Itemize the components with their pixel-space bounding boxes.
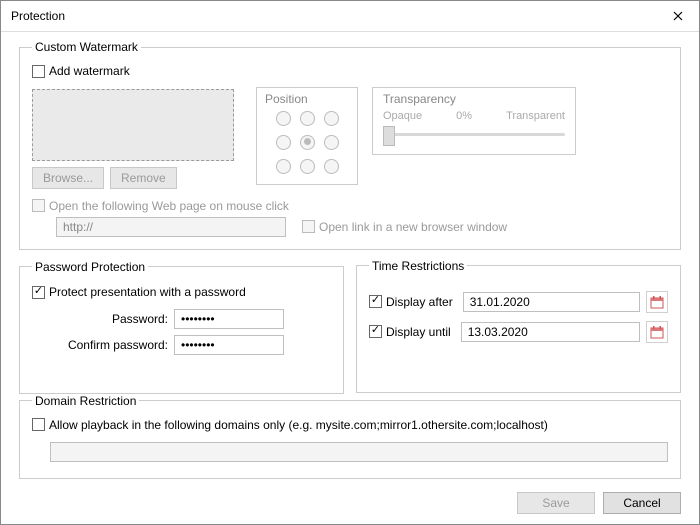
position-bottom-left[interactable] bbox=[276, 159, 291, 174]
domain-restriction-legend: Domain Restriction bbox=[32, 394, 139, 408]
checkbox-box bbox=[32, 199, 45, 212]
checkbox-box bbox=[32, 418, 45, 431]
position-group: Position bbox=[256, 87, 358, 185]
checkbox-box bbox=[369, 295, 382, 308]
time-restrictions-group: Time Restrictions Display after bbox=[356, 259, 681, 393]
open-web-on-click-checkbox[interactable]: Open the following Web page on mouse cli… bbox=[32, 199, 289, 213]
open-link-new-window-checkbox[interactable]: Open link in a new browser window bbox=[302, 220, 507, 234]
cancel-button[interactable]: Cancel bbox=[603, 492, 681, 514]
transparency-group: Transparency Opaque 0% Transparent bbox=[372, 87, 576, 155]
domains-input[interactable] bbox=[50, 442, 668, 462]
position-bottom-center[interactable] bbox=[300, 159, 315, 174]
window-title: Protection bbox=[11, 9, 65, 23]
confirm-password-label: Confirm password: bbox=[50, 338, 174, 352]
calendar-icon bbox=[650, 325, 664, 339]
add-watermark-checkbox[interactable]: Add watermark bbox=[32, 64, 130, 78]
transparency-transparent-label: Transparent bbox=[506, 110, 565, 122]
confirm-password-input[interactable] bbox=[174, 335, 284, 355]
display-until-checkbox[interactable]: Display until bbox=[369, 325, 451, 339]
position-middle-left[interactable] bbox=[276, 135, 291, 150]
display-until-calendar-button[interactable] bbox=[646, 321, 668, 343]
custom-watermark-group: Custom Watermark Add watermark Browse...… bbox=[19, 40, 681, 250]
checkbox-box bbox=[32, 286, 45, 299]
remove-button[interactable]: Remove bbox=[110, 167, 177, 189]
transparency-opaque-label: Opaque bbox=[383, 110, 422, 122]
close-button[interactable] bbox=[657, 1, 699, 31]
protection-dialog: Protection Custom Watermark Add watermar… bbox=[0, 0, 700, 525]
slider-thumb[interactable] bbox=[383, 126, 395, 146]
checkbox-box bbox=[32, 65, 45, 78]
time-restrictions-legend: Time Restrictions bbox=[369, 259, 467, 273]
position-bottom-right[interactable] bbox=[324, 159, 339, 174]
password-input[interactable] bbox=[174, 309, 284, 329]
watermark-url-input[interactable] bbox=[56, 217, 286, 237]
open-web-on-click-label: Open the following Web page on mouse cli… bbox=[49, 199, 289, 213]
domain-restriction-group: Domain Restriction Allow playback in the… bbox=[19, 394, 681, 480]
protect-password-label: Protect presentation with a password bbox=[49, 285, 246, 299]
checkbox-box bbox=[369, 325, 382, 338]
position-middle-right[interactable] bbox=[324, 135, 339, 150]
display-after-checkbox[interactable]: Display after bbox=[369, 295, 453, 309]
display-after-label: Display after bbox=[386, 295, 453, 309]
allow-domains-checkbox[interactable]: Allow playback in the following domains … bbox=[32, 418, 548, 432]
close-icon bbox=[673, 11, 683, 21]
transparency-label: Transparency bbox=[383, 92, 565, 106]
open-link-new-window-label: Open link in a new browser window bbox=[319, 220, 507, 234]
watermark-preview bbox=[32, 89, 234, 161]
add-watermark-label: Add watermark bbox=[49, 64, 130, 78]
browse-button[interactable]: Browse... bbox=[32, 167, 104, 189]
position-top-center[interactable] bbox=[300, 111, 315, 126]
calendar-icon bbox=[650, 295, 664, 309]
display-until-label: Display until bbox=[386, 325, 451, 339]
slider-track bbox=[383, 133, 565, 136]
transparency-value: 0% bbox=[456, 110, 472, 122]
password-protection-group: Password Protection Protect presentation… bbox=[19, 260, 344, 394]
display-after-calendar-button[interactable] bbox=[646, 291, 668, 313]
titlebar: Protection bbox=[1, 1, 699, 32]
display-after-input[interactable] bbox=[463, 292, 640, 312]
password-protection-legend: Password Protection bbox=[32, 260, 148, 274]
checkbox-box bbox=[302, 220, 315, 233]
transparency-slider[interactable] bbox=[383, 122, 565, 146]
protect-password-checkbox[interactable]: Protect presentation with a password bbox=[32, 285, 246, 299]
custom-watermark-legend: Custom Watermark bbox=[32, 40, 141, 54]
save-button[interactable]: Save bbox=[517, 492, 595, 514]
password-label: Password: bbox=[50, 312, 174, 326]
position-top-right[interactable] bbox=[324, 111, 339, 126]
display-until-input[interactable] bbox=[461, 322, 640, 342]
allow-domains-label: Allow playback in the following domains … bbox=[49, 418, 548, 432]
position-top-left[interactable] bbox=[276, 111, 291, 126]
position-label: Position bbox=[265, 92, 349, 106]
position-middle-center[interactable] bbox=[300, 135, 315, 150]
